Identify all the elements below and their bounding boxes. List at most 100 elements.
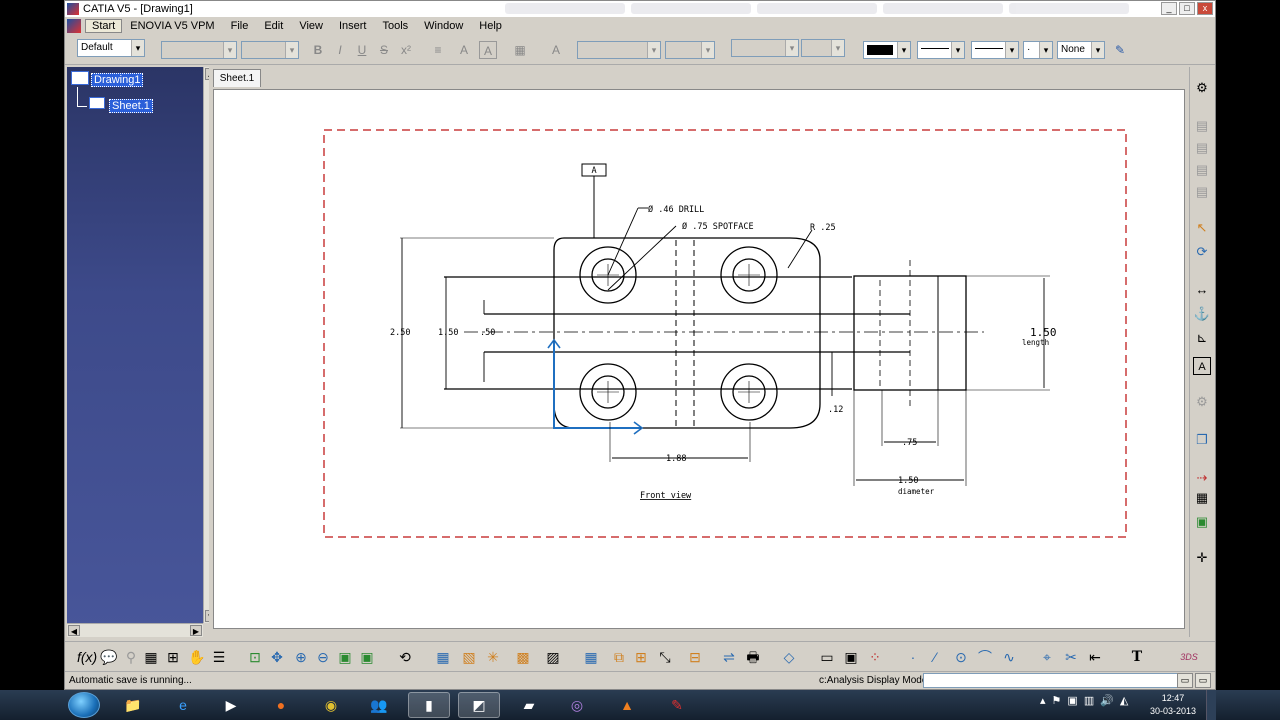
- reorder-icon[interactable]: ⇌: [719, 647, 739, 667]
- grid-icon[interactable]: ▦: [141, 647, 161, 667]
- strikethrough-button[interactable]: S: [375, 41, 393, 59]
- eraser-icon[interactable]: ◇: [779, 647, 799, 667]
- tray-drive-icon[interactable]: ◭: [1120, 694, 1128, 707]
- video-app-icon[interactable]: ▮: [408, 692, 450, 718]
- update-icon[interactable]: ⟳: [1193, 243, 1211, 261]
- rectangle-icon[interactable]: ▭: [817, 647, 837, 667]
- acrobat-icon[interactable]: ✎: [656, 692, 698, 718]
- font-size-select[interactable]: [241, 41, 299, 59]
- pattern-icon[interactable]: ⁘: [865, 647, 885, 667]
- comment-icon[interactable]: 💬: [99, 647, 119, 667]
- dimension-style-select[interactable]: [577, 41, 661, 59]
- menu-view[interactable]: View: [291, 20, 331, 32]
- constraint-icon[interactable]: ⧉: [609, 647, 629, 667]
- scroll-right-arrow-icon[interactable]: ▶: [190, 625, 202, 636]
- media-icon[interactable]: ◎: [556, 692, 598, 718]
- color-select[interactable]: [863, 41, 911, 59]
- start-orb-icon[interactable]: [68, 692, 100, 718]
- tree-horizontal-scrollbar[interactable]: ◀ ▶: [67, 623, 203, 637]
- axis-line-icon[interactable]: ⌖: [1037, 647, 1057, 667]
- media-player-icon[interactable]: ▶: [210, 692, 252, 718]
- image-icon[interactable]: ▨: [543, 647, 563, 667]
- menu-enovia[interactable]: ENOVIA V5 VPM: [122, 20, 222, 32]
- zoom-out-icon[interactable]: ⊖: [313, 647, 333, 667]
- ellipse-icon[interactable]: ⌒: [975, 647, 995, 667]
- bom-icon[interactable]: ▣: [1193, 513, 1211, 531]
- anchor-point-icon[interactable]: A: [455, 41, 473, 59]
- document-menu-icon[interactable]: [67, 19, 81, 33]
- tray-arrow-icon[interactable]: ▴: [1040, 694, 1046, 707]
- pan-icon[interactable]: ✋: [187, 647, 207, 667]
- font-select[interactable]: [161, 41, 237, 59]
- dimension-system-icon[interactable]: ⤡: [655, 647, 675, 667]
- fit-all-icon[interactable]: ⊡: [245, 647, 265, 667]
- align-icon[interactable]: ≡: [429, 41, 447, 59]
- properties-icon[interactable]: ☰: [209, 647, 229, 667]
- trim-icon[interactable]: ✂: [1061, 647, 1081, 667]
- tray-network-icon[interactable]: ▥: [1084, 694, 1094, 707]
- sketch-icon[interactable]: ⚙: [1193, 79, 1211, 97]
- linetype-select[interactable]: [917, 41, 965, 59]
- fill-select[interactable]: None: [1057, 41, 1105, 59]
- print-icon[interactable]: 🖶: [743, 647, 763, 667]
- table-icon[interactable]: ▦: [1193, 489, 1211, 507]
- menu-help[interactable]: Help: [471, 20, 510, 32]
- move-icon[interactable]: ✥: [267, 647, 287, 667]
- maximize-button[interactable]: □: [1179, 2, 1195, 15]
- front-view-drawing[interactable]: A Ø .46 DRILL Ø .75 SPOTFACE R .25 2.50 …: [214, 90, 1184, 628]
- generate-icon[interactable]: ⚙: [1193, 393, 1211, 411]
- spline-icon[interactable]: ∿: [999, 647, 1019, 667]
- axis-system[interactable]: [553, 342, 640, 429]
- clipping-view-icon[interactable]: ▤: [1193, 183, 1211, 201]
- arrow-icon[interactable]: ⇢: [1193, 469, 1211, 487]
- sketch-grid-icon[interactable]: ▦: [433, 647, 453, 667]
- display-icon[interactable]: ✳: [483, 647, 503, 667]
- dimension-icon[interactable]: ↔: [1193, 281, 1211, 299]
- dress-up-icon[interactable]: ⚓: [1193, 305, 1211, 323]
- refresh-icon[interactable]: ⟲: [395, 647, 415, 667]
- snap-grid-icon[interactable]: ▦: [581, 647, 601, 667]
- vlc-icon[interactable]: ▲: [606, 692, 648, 718]
- macro-icon[interactable]: ⚲: [121, 647, 141, 667]
- menu-insert[interactable]: Insert: [331, 20, 375, 32]
- users-icon[interactable]: 👥: [358, 692, 400, 718]
- menu-start[interactable]: Start: [85, 19, 123, 33]
- menu-edit[interactable]: Edit: [256, 20, 291, 32]
- text-annotation-icon[interactable]: A: [1193, 357, 1211, 375]
- tree-node-sheet[interactable]: Sheet.1: [109, 99, 153, 113]
- text-color-icon[interactable]: A: [547, 41, 565, 59]
- text-frame-icon[interactable]: A: [479, 41, 497, 59]
- tolerance-icon[interactable]: ⊾: [1193, 329, 1211, 347]
- tree-expand-icon[interactable]: ⊞: [163, 647, 183, 667]
- position-icon[interactable]: ✛: [1193, 549, 1211, 567]
- status-button[interactable]: ▭: [1195, 673, 1211, 688]
- frame-icon[interactable]: ▣: [841, 647, 861, 667]
- underline-button[interactable]: U: [353, 41, 371, 59]
- status-button[interactable]: ▭: [1177, 673, 1193, 688]
- italic-button[interactable]: I: [331, 41, 349, 59]
- minimize-button[interactable]: _: [1161, 2, 1177, 15]
- tray-device-icon[interactable]: ▣: [1067, 694, 1077, 707]
- insert-symbol-icon[interactable]: ▦: [511, 41, 529, 59]
- close-button[interactable]: x: [1197, 2, 1213, 15]
- internet-explorer-icon[interactable]: e: [162, 692, 204, 718]
- transform-icon[interactable]: ⇤: [1085, 647, 1105, 667]
- normal-view-icon[interactable]: ▣: [357, 647, 377, 667]
- geometry-icon[interactable]: ⊞: [631, 647, 651, 667]
- line-icon[interactable]: ⁄: [925, 647, 945, 667]
- explorer-icon[interactable]: 📁: [112, 692, 154, 718]
- tolerance-select[interactable]: [665, 41, 715, 59]
- zoom-area-icon[interactable]: ▣: [335, 647, 355, 667]
- precision-select[interactable]: [731, 39, 799, 57]
- tray-flag-icon[interactable]: ⚑: [1052, 694, 1062, 707]
- notes-icon[interactable]: ▰: [508, 692, 550, 718]
- point-symbol-select[interactable]: ·: [1023, 41, 1053, 59]
- thickness-select[interactable]: [971, 41, 1019, 59]
- catia-taskbar-icon[interactable]: ◩: [458, 692, 500, 718]
- sheet-tab[interactable]: Sheet.1: [213, 69, 261, 87]
- firefox-icon[interactable]: ●: [260, 692, 302, 718]
- point-icon[interactable]: ·: [903, 647, 923, 667]
- bold-button[interactable]: B: [309, 41, 327, 59]
- layers-icon[interactable]: ❐: [1193, 431, 1211, 449]
- annotation-icon[interactable]: ⊟: [685, 647, 705, 667]
